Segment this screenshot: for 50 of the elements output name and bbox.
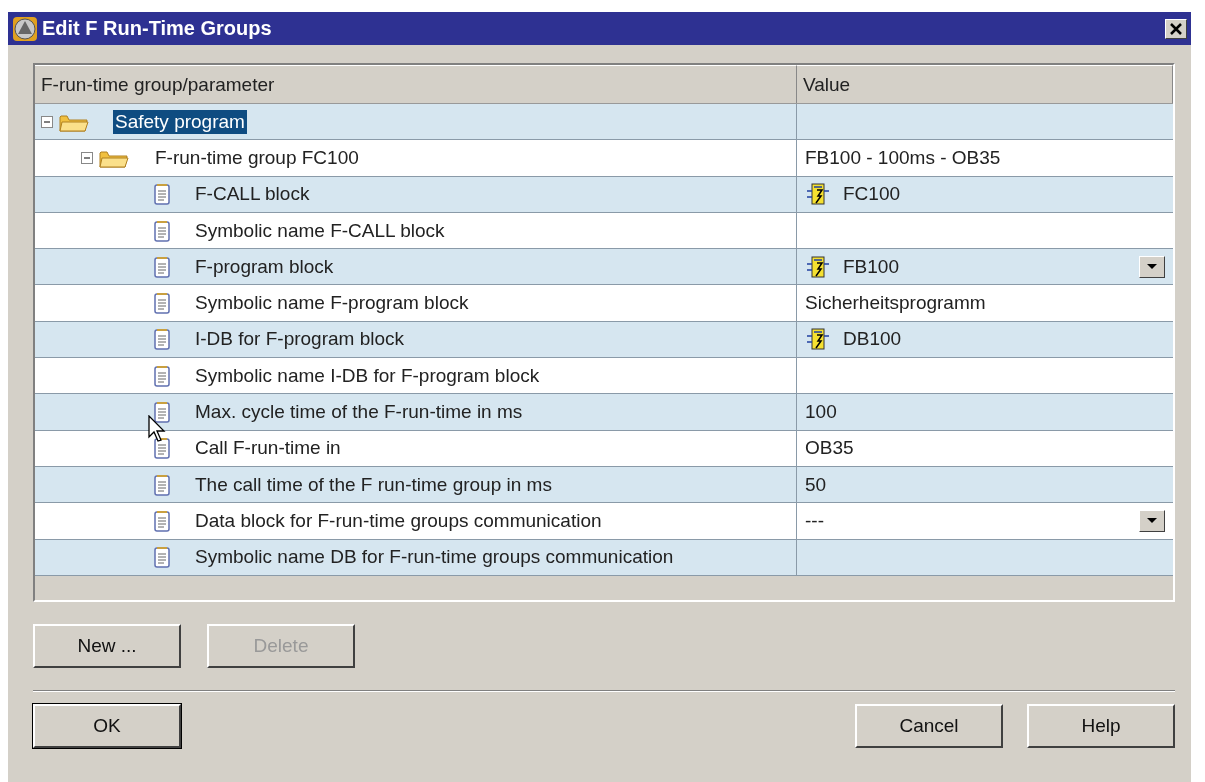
tree-item-label[interactable]: I-DB for F-program block <box>193 327 407 352</box>
value-text: OB35 <box>805 437 854 460</box>
value-text: Sicherheitsprogramm <box>805 292 986 315</box>
window-title: Edit F Run-Time Groups <box>42 17 273 40</box>
dialog-button[interactable]: OK <box>33 704 181 748</box>
value-text: FB100 - 100ms - OB35 <box>805 146 1001 169</box>
document-icon <box>153 400 171 424</box>
tree-item-label[interactable]: F-run-time group FC100 <box>153 145 361 170</box>
value-text: --- <box>805 509 824 532</box>
close-icon <box>1169 21 1183 36</box>
column-header[interactable]: Value <box>797 65 1173 103</box>
document-icon <box>153 363 171 388</box>
document-icon <box>153 182 171 207</box>
collapse-icon[interactable] <box>41 115 53 128</box>
document-icon <box>153 218 171 243</box>
column-header[interactable]: F-run-time group/parameter <box>35 65 797 103</box>
document-icon <box>153 291 171 316</box>
document-icon <box>153 327 171 352</box>
dropdown-button[interactable] <box>1139 509 1165 532</box>
dropdown-button[interactable] <box>1139 255 1165 278</box>
document-icon <box>153 508 171 533</box>
tree-item-label[interactable]: Data block for F-run-time groups communication <box>193 508 604 533</box>
value-text: 50 <box>805 473 827 496</box>
collapse-icon[interactable] <box>81 151 93 164</box>
dialog-button[interactable]: Help <box>1027 704 1175 748</box>
tree-item-label[interactable]: Symbolic name F-program block <box>193 291 471 316</box>
document-icon <box>153 472 171 497</box>
app-icon <box>12 15 38 42</box>
close-button[interactable] <box>1165 18 1187 39</box>
dialog-button[interactable]: Cancel <box>855 704 1003 748</box>
document-icon <box>153 254 171 279</box>
block-icon <box>805 254 831 279</box>
document-icon <box>153 545 171 570</box>
caret-icon <box>1146 263 1158 271</box>
document-icon <box>153 436 171 461</box>
tree-item-label[interactable]: Max. cycle time of the F-run-time in ms <box>193 400 525 424</box>
tree-item-label[interactable]: Symbolic name F-CALL block <box>193 218 447 243</box>
caret-icon <box>1146 517 1158 525</box>
value-text: 100 <box>805 401 837 423</box>
tree-item-label[interactable]: Safety program <box>113 109 247 134</box>
value-text: DB100 <box>843 328 902 351</box>
value-text: FB100 <box>843 255 899 278</box>
block-icon <box>805 327 831 352</box>
tree-item-label[interactable]: F-CALL block <box>193 182 312 207</box>
block-icon <box>805 182 831 207</box>
value-text: FC100 <box>843 183 901 206</box>
tree-item-label[interactable]: Call F-run-time in <box>193 436 343 461</box>
tree-item-label[interactable]: F-program block <box>193 254 336 279</box>
action-button[interactable]: New ... <box>33 624 181 668</box>
tree-item-label[interactable]: The call time of the F run-time group in ms <box>193 472 554 497</box>
